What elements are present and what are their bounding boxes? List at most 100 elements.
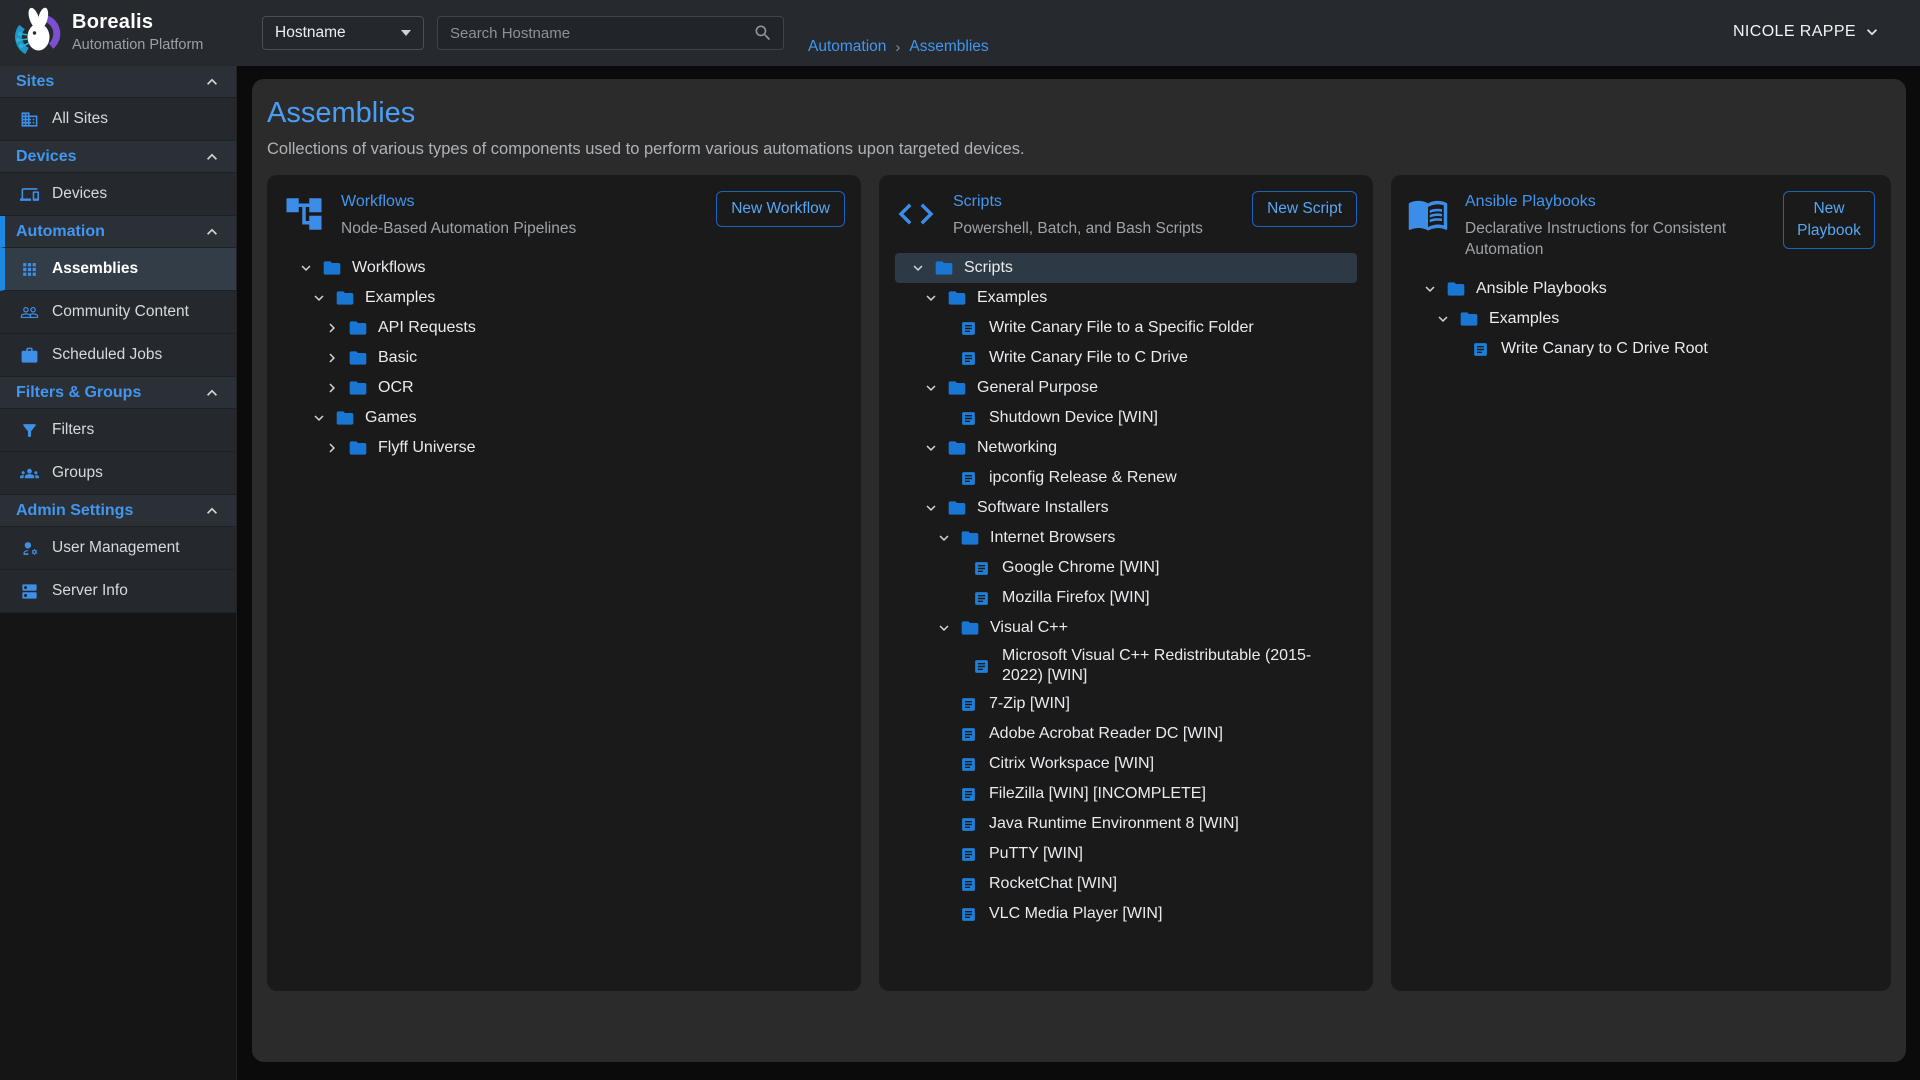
tree-node-visual-c[interactable]: Visual C++ [895,613,1357,643]
tree-node-vlc-media-player-win[interactable]: VLC Media Player [WIN] [895,899,1357,929]
breadcrumb-assemblies[interactable]: Assemblies [909,38,988,56]
tree-node-ansible-playbooks[interactable]: Ansible Playbooks [1407,274,1875,304]
chevron-down-icon[interactable] [935,619,953,637]
tree-node-7-zip-win[interactable]: 7-Zip [WIN] [895,689,1357,719]
file-icon [1472,341,1489,358]
sidebar-section-label: Admin Settings [16,502,133,520]
chevron-down-icon[interactable] [922,289,940,307]
groups-icon [20,464,39,483]
tree-node-putty-win[interactable]: PuTTY [WIN] [895,839,1357,869]
file-icon [960,726,977,743]
tree-node-software-installers[interactable]: Software Installers [895,493,1357,523]
sidebar-item-devices[interactable]: Devices [0,173,236,216]
card-titles: ScriptsPowershell, Batch, and Bash Scrip… [953,191,1203,239]
file-icon [960,320,977,337]
tree-node-write-canary-to-c-drive-root[interactable]: Write Canary to C Drive Root [1407,334,1875,364]
sidebar-section-header-automation[interactable]: Automation [0,216,236,248]
sidebar-section-header-filters-groups[interactable]: Filters & Groups [0,377,236,409]
file-icon [973,590,990,607]
sidebar-item-scheduled-jobs[interactable]: Scheduled Jobs [0,334,236,377]
chevron-right-icon[interactable] [323,349,341,367]
tree-node-adobe-acrobat-reader-dc-win[interactable]: Adobe Acrobat Reader DC [WIN] [895,719,1357,749]
tree-node-shutdown-device-win[interactable]: Shutdown Device [WIN] [895,403,1357,433]
chevron-right-icon[interactable] [323,319,341,337]
tree-node-label: Google Chrome [WIN] [1002,555,1159,581]
sidebar-section-header-sites[interactable]: Sites [0,66,236,98]
tree-node-basic[interactable]: Basic [283,343,845,373]
tree-node-label: ipconfig Release & Renew [989,465,1177,491]
tree-node-games[interactable]: Games [283,403,845,433]
server-icon [20,582,39,601]
chevron-right-icon[interactable] [323,439,341,457]
tree-node-workflows[interactable]: Workflows [283,253,845,283]
breadcrumb-automation[interactable]: Automation [808,38,886,56]
tree-node-examples[interactable]: Examples [1407,304,1875,334]
user-menu[interactable]: NICOLE RAPPE [1733,22,1882,42]
sidebar-section-header-devices[interactable]: Devices [0,141,236,173]
tree-node-internet-browsers[interactable]: Internet Browsers [895,523,1357,553]
card-workflows: WorkflowsNode-Based Automation Pipelines… [267,175,861,991]
chevron-down-icon[interactable] [310,409,328,427]
card-scripts: ScriptsPowershell, Batch, and Bash Scrip… [879,175,1373,991]
sidebar-item-server-info[interactable]: Server Info [0,570,236,613]
sidebar-section-header-admin-settings[interactable]: Admin Settings [0,495,236,527]
folder-icon [960,618,980,638]
tree-node-google-chrome-win[interactable]: Google Chrome [WIN] [895,553,1357,583]
tree-node-java-runtime-environment-8-win[interactable]: Java Runtime Environment 8 [WIN] [895,809,1357,839]
chevron-down-icon[interactable] [922,439,940,457]
tree-node-label: Scripts [964,255,1013,281]
sidebar-item-community-content[interactable]: Community Content [0,291,236,334]
tree-node-ocr[interactable]: OCR [283,373,845,403]
tree-node-write-canary-file-to-a-specific-folder[interactable]: Write Canary File to a Specific Folder [895,313,1357,343]
sidebar-item-groups[interactable]: Groups [0,452,236,495]
sidebar-item-all-sites[interactable]: All Sites [0,98,236,141]
sidebar-item-filters[interactable]: Filters [0,409,236,452]
tree-node-label: Examples [365,285,435,311]
chevron-down-icon[interactable] [1421,280,1439,298]
new-playbook-button[interactable]: New Playbook [1783,191,1875,249]
folder-icon [348,318,368,338]
chevron-down-icon[interactable] [1434,310,1452,328]
tree-node-networking[interactable]: Networking [895,433,1357,463]
chevron-down-icon[interactable] [935,529,953,547]
tree-node-api-requests[interactable]: API Requests [283,313,845,343]
tree-node-examples[interactable]: Examples [895,283,1357,313]
tree-node-label: Networking [977,435,1057,461]
new-script-button[interactable]: New Script [1252,191,1357,227]
workflow-icon [283,193,325,235]
card-title: Scripts [953,193,1203,211]
hostname-select[interactable]: Hostname [262,16,424,50]
tree-node-general-purpose[interactable]: General Purpose [895,373,1357,403]
sidebar-item-label: Filters [52,421,94,439]
tree-node-write-canary-file-to-c-drive[interactable]: Write Canary File to C Drive [895,343,1357,373]
file-icon [960,816,977,833]
sidebar-section-automation: AutomationAssembliesCommunity ContentSch… [0,216,236,377]
tree-node-filezilla-win-incomplete[interactable]: FileZilla [WIN] [INCOMPLETE] [895,779,1357,809]
tree-node-label: General Purpose [977,375,1098,401]
tree-node-mozilla-firefox-win[interactable]: Mozilla Firefox [WIN] [895,583,1357,613]
file-icon [960,696,977,713]
tree-node-label: Microsoft Visual C++ Redistributable (20… [1002,643,1349,689]
sidebar-item-assemblies[interactable]: Assemblies [0,248,236,291]
search-input[interactable] [450,25,753,42]
ansible-playbooks-tree: Ansible PlaybooksExamplesWrite Canary to… [1407,274,1875,364]
chevron-up-icon [202,383,222,403]
sidebar-item-user-management[interactable]: User Management [0,527,236,570]
tree-node-citrix-workspace-win[interactable]: Citrix Workspace [WIN] [895,749,1357,779]
tree-node-examples[interactable]: Examples [283,283,845,313]
tree-node-flyff-universe[interactable]: Flyff Universe [283,433,845,463]
card-subtitle: Declarative Instructions for Consistent … [1465,218,1767,260]
chevron-right-icon[interactable] [323,379,341,397]
card-header: WorkflowsNode-Based Automation Pipelines… [283,191,845,239]
chevron-down-icon[interactable] [922,379,940,397]
tree-node-microsoft-visual-c-redistributable-2015-2022-win[interactable]: Microsoft Visual C++ Redistributable (20… [895,643,1357,689]
chevron-down-icon[interactable] [310,289,328,307]
chevron-down-icon[interactable] [922,499,940,517]
new-workflow-button[interactable]: New Workflow [716,191,845,227]
chevron-down-icon[interactable] [909,259,927,277]
chevron-down-icon[interactable] [297,259,315,277]
tree-node-rocketchat-win[interactable]: RocketChat [WIN] [895,869,1357,899]
tree-node-scripts[interactable]: Scripts [895,253,1357,283]
folder-icon [934,258,954,278]
tree-node-ipconfig-release-renew[interactable]: ipconfig Release & Renew [895,463,1357,493]
